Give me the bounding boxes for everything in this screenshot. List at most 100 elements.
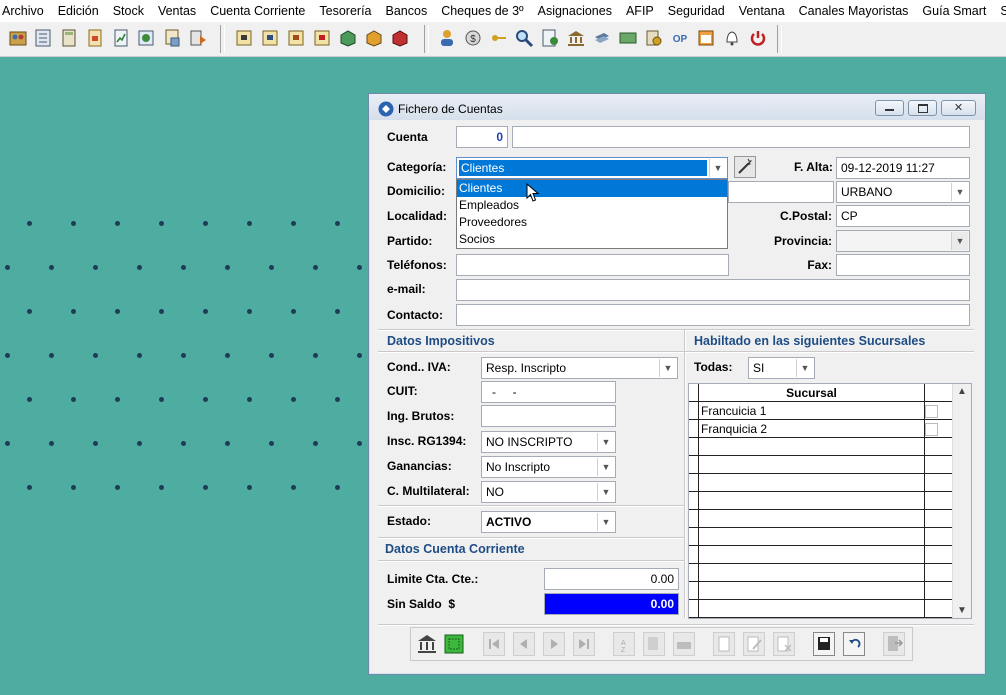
key-tool-icon[interactable] <box>489 28 509 48</box>
chevron-down-icon[interactable]: ▼ <box>951 232 968 250</box>
categoria-select[interactable]: Clientes ▼ <box>456 157 728 179</box>
sucursal-checkbox[interactable] <box>925 423 938 436</box>
cpostal-field[interactable]: CP <box>836 205 970 227</box>
menu-canales-mayoristas[interactable]: Canales Mayoristas <box>792 4 916 18</box>
minimize-button[interactable] <box>875 100 904 116</box>
chevron-down-icon[interactable]: ▼ <box>597 433 614 451</box>
ledger-tool-icon[interactable] <box>33 28 53 48</box>
find-icon[interactable] <box>643 632 665 656</box>
dropdown-option-clientes[interactable]: Clientes <box>457 180 727 197</box>
zona-select[interactable]: URBANO ▼ <box>836 181 970 203</box>
todas-select[interactable]: SI ▼ <box>748 357 815 379</box>
table-row[interactable] <box>689 492 953 510</box>
estado-select[interactable]: ACTIVO ▼ <box>481 511 616 533</box>
calculator-tool-icon[interactable] <box>59 28 79 48</box>
first-record-icon[interactable] <box>483 632 505 656</box>
bank-tool-icon[interactable] <box>566 28 586 48</box>
sort-icon[interactable]: AZ <box>613 632 635 656</box>
chevron-down-icon[interactable]: ▼ <box>951 183 968 201</box>
prev-record-icon[interactable] <box>513 632 535 656</box>
users-tool-icon[interactable] <box>8 28 28 48</box>
op-tool-icon[interactable]: OP <box>670 28 690 48</box>
window-titlebar[interactable]: Fichero de Cuentas ✕ <box>369 94 985 120</box>
bank-icon[interactable] <box>416 632 438 656</box>
sucursal-checkbox[interactable] <box>925 405 938 418</box>
coins-tool-icon[interactable] <box>644 28 664 48</box>
menu-seguridad[interactable]: Seguridad <box>661 4 732 18</box>
maximize-button[interactable] <box>908 100 937 116</box>
table-row[interactable] <box>689 438 953 456</box>
undo-icon[interactable] <box>843 632 865 656</box>
menu-stock[interactable]: Stock <box>106 4 151 18</box>
checklist-tool-icon[interactable] <box>540 28 560 48</box>
menu-asignaciones[interactable]: Asignaciones <box>531 4 619 18</box>
table-row[interactable] <box>689 582 953 600</box>
menu-afip[interactable]: AFIP <box>619 4 661 18</box>
document-tool-icon[interactable] <box>85 28 105 48</box>
cheques-tool-icon[interactable] <box>592 28 612 48</box>
menu-bancos[interactable]: Bancos <box>379 4 435 18</box>
print-icon[interactable] <box>673 632 695 656</box>
chevron-down-icon[interactable]: ▼ <box>796 359 813 377</box>
report-tool-icon[interactable] <box>111 28 131 48</box>
table-row[interactable] <box>689 600 953 618</box>
menu-ventana[interactable]: Ventana <box>732 4 792 18</box>
table-row[interactable] <box>689 564 953 582</box>
fax-field[interactable] <box>836 254 970 276</box>
form-d-tool-icon[interactable] <box>312 28 332 48</box>
dropdown-option-socios[interactable]: Socios <box>457 231 727 248</box>
limite-field[interactable]: 0.00 <box>544 568 679 590</box>
form-c-tool-icon[interactable] <box>286 28 306 48</box>
power-icon[interactable] <box>748 28 768 48</box>
grid-scrollbar[interactable]: ▲ ▼ <box>952 384 971 618</box>
chevron-down-icon[interactable]: ▼ <box>659 359 676 377</box>
condiva-select[interactable]: Resp. Inscripto ▼ <box>481 357 678 379</box>
cuit-field[interactable]: - - <box>481 381 616 403</box>
domicilio-field[interactable] <box>728 181 834 203</box>
chevron-down-icon[interactable]: ▼ <box>709 159 726 177</box>
grid-select-icon[interactable] <box>443 632 465 656</box>
falta-field[interactable]: 09-12-2019 11:27 <box>836 157 970 179</box>
cuenta-number-field[interactable]: 0 <box>456 126 508 148</box>
scroll-up-icon[interactable]: ▲ <box>953 386 971 397</box>
menu-edicion[interactable]: Edición <box>51 4 106 18</box>
last-record-icon[interactable] <box>573 632 595 656</box>
calendar-tool-icon[interactable] <box>696 28 716 48</box>
provincia-select[interactable]: ▼ <box>836 230 970 252</box>
rg1394-select[interactable]: NO INSCRIPTO ▼ <box>481 431 616 453</box>
scroll-down-icon[interactable]: ▼ <box>953 605 971 616</box>
menu-smart-coach[interactable]: Smart Coach <box>993 4 1006 18</box>
form-a-tool-icon[interactable] <box>234 28 254 48</box>
multilateral-select[interactable]: NO ▼ <box>481 481 616 503</box>
email-field[interactable] <box>456 279 970 301</box>
magic-wand-icon[interactable] <box>734 156 756 178</box>
box-red-tool-icon[interactable] <box>390 28 410 48</box>
menu-archivo[interactable]: Archivo <box>0 4 51 18</box>
table-row[interactable] <box>689 510 953 528</box>
chart-tool-icon[interactable] <box>136 28 156 48</box>
menu-guia-smart[interactable]: Guía Smart <box>915 4 993 18</box>
exit-icon[interactable] <box>883 632 905 656</box>
search-tool-icon[interactable] <box>514 28 534 48</box>
table-row[interactable] <box>689 528 953 546</box>
contacto-field[interactable] <box>456 304 970 326</box>
table-row[interactable]: Francuicia 1 <box>689 402 953 420</box>
dropdown-option-proveedores[interactable]: Proveedores <box>457 214 727 231</box>
chevron-down-icon[interactable]: ▼ <box>597 513 614 531</box>
form-b-tool-icon[interactable] <box>260 28 280 48</box>
table-row[interactable] <box>689 546 953 564</box>
ganancias-select[interactable]: No Inscripto ▼ <box>481 456 616 478</box>
table-row[interactable] <box>689 474 953 492</box>
ingbrutos-field[interactable] <box>481 405 616 427</box>
print-tool-icon[interactable] <box>162 28 182 48</box>
save-icon[interactable] <box>813 632 835 656</box>
table-row[interactable] <box>689 456 953 474</box>
money-tool-icon[interactable]: $ <box>463 28 483 48</box>
box-green-tool-icon[interactable] <box>338 28 358 48</box>
cuenta-name-field[interactable] <box>512 126 970 148</box>
menu-cuenta-corriente[interactable]: Cuenta Corriente <box>203 4 312 18</box>
menu-tesoreria[interactable]: Tesorería <box>312 4 378 18</box>
menu-cheques[interactable]: Cheques de 3º <box>434 4 530 18</box>
user-tool-icon[interactable] <box>437 28 457 48</box>
transfer-tool-icon[interactable] <box>188 28 208 48</box>
